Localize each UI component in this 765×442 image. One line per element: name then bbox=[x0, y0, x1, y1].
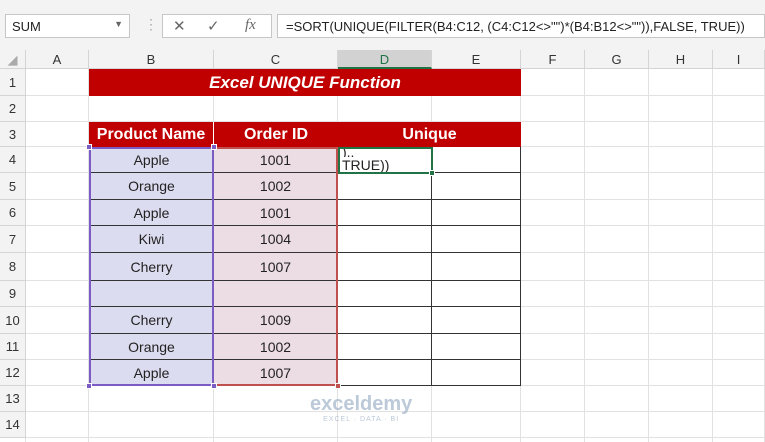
cell-unique-e[interactable] bbox=[432, 173, 521, 200]
fx-icon[interactable]: fx bbox=[245, 17, 256, 34]
edit-line-1: ),, bbox=[342, 149, 355, 157]
cell-unique-e[interactable] bbox=[432, 334, 521, 360]
cell-unique-e[interactable] bbox=[432, 147, 521, 173]
cell-unique-d[interactable] bbox=[338, 281, 432, 307]
name-box[interactable]: SUM ▼ bbox=[5, 14, 130, 38]
drag-handle-icon[interactable]: ⋮ bbox=[144, 16, 158, 33]
watermark-logo: exceldemy EXCEL · DATA · BI bbox=[310, 393, 412, 423]
select-all-button[interactable]: ◢ bbox=[0, 50, 26, 69]
row-header-10[interactable]: 10 bbox=[0, 307, 26, 334]
fill-handle[interactable] bbox=[429, 170, 435, 176]
watermark-name: exceldemy bbox=[310, 393, 413, 415]
cell-unique-d[interactable] bbox=[338, 334, 432, 360]
row-header-11[interactable]: 11 bbox=[0, 334, 26, 360]
cell-unique-d[interactable] bbox=[338, 253, 432, 281]
cell-unique-e[interactable] bbox=[432, 307, 521, 334]
column-header-g[interactable]: G bbox=[585, 50, 649, 69]
header-unique[interactable]: Unique bbox=[338, 122, 521, 147]
range-handle[interactable] bbox=[335, 383, 341, 389]
range-handle[interactable] bbox=[86, 383, 92, 389]
row-header-9[interactable]: 9 bbox=[0, 281, 26, 307]
cell-unique-d[interactable] bbox=[338, 200, 432, 226]
row-header-14[interactable]: 14 bbox=[0, 412, 26, 438]
column-header-i[interactable]: I bbox=[713, 50, 765, 69]
edit-line-2: TRUE)) bbox=[342, 157, 390, 173]
row-header-6[interactable]: 6 bbox=[0, 200, 26, 226]
gridline-vertical bbox=[584, 69, 585, 442]
row-header-3[interactable]: 3 bbox=[0, 122, 26, 147]
range-highlight-b bbox=[89, 147, 214, 386]
row-header-2[interactable]: 2 bbox=[0, 96, 26, 122]
row-header-7[interactable]: 7 bbox=[0, 226, 26, 253]
cell-unique-d[interactable] bbox=[338, 173, 432, 200]
range-highlight-c bbox=[214, 147, 338, 386]
watermark-tagline: EXCEL · DATA · BI bbox=[323, 416, 400, 423]
cell-unique-d[interactable] bbox=[338, 226, 432, 253]
formula-buttons: ✕ ✓ fx bbox=[162, 14, 272, 38]
column-header-h[interactable]: H bbox=[649, 50, 713, 69]
cell-unique-e[interactable] bbox=[432, 360, 521, 386]
column-header-b[interactable]: B bbox=[89, 50, 214, 69]
column-header-d[interactable]: D bbox=[338, 50, 432, 69]
cell-unique-e[interactable] bbox=[432, 226, 521, 253]
range-handle[interactable] bbox=[86, 144, 92, 150]
gridline-horizontal bbox=[26, 437, 765, 438]
cell-unique-e[interactable] bbox=[432, 200, 521, 226]
cell-unique-e[interactable] bbox=[432, 281, 521, 307]
cell-unique-d[interactable] bbox=[338, 360, 432, 386]
range-handle[interactable] bbox=[211, 144, 217, 150]
enter-icon[interactable]: ✓ bbox=[207, 17, 220, 35]
header-order-id[interactable]: Order ID bbox=[214, 122, 338, 147]
cell-unique-e[interactable] bbox=[432, 253, 521, 281]
row-header-12[interactable]: 12 bbox=[0, 360, 26, 386]
column-header-f[interactable]: F bbox=[521, 50, 585, 69]
row-header-13[interactable]: 13 bbox=[0, 386, 26, 412]
formula-input[interactable]: =SORT(UNIQUE(FILTER(B4:C12, (C4:C12<>"")… bbox=[277, 14, 765, 38]
chevron-down-icon[interactable]: ▼ bbox=[114, 19, 123, 29]
gridline-vertical bbox=[712, 69, 713, 442]
row-header-4[interactable]: 4 bbox=[0, 147, 26, 173]
row-header-1[interactable]: 1 bbox=[0, 69, 26, 96]
column-header-a[interactable]: A bbox=[26, 50, 89, 69]
row-header-5[interactable]: 5 bbox=[0, 173, 26, 200]
sheet-title: Excel UNIQUE Function bbox=[89, 69, 521, 96]
active-cell-d4[interactable]: ),, TRUE)) bbox=[338, 147, 433, 174]
column-header-e[interactable]: E bbox=[432, 50, 521, 69]
gridline-vertical bbox=[648, 69, 649, 442]
cell-unique-d[interactable] bbox=[338, 307, 432, 334]
row-header-8[interactable]: 8 bbox=[0, 253, 26, 281]
range-handle[interactable] bbox=[211, 383, 217, 389]
cancel-icon[interactable]: ✕ bbox=[173, 17, 186, 35]
name-box-value: SUM bbox=[12, 19, 41, 34]
column-header-c[interactable]: C bbox=[214, 50, 338, 69]
header-product-name[interactable]: Product Name bbox=[89, 122, 214, 147]
